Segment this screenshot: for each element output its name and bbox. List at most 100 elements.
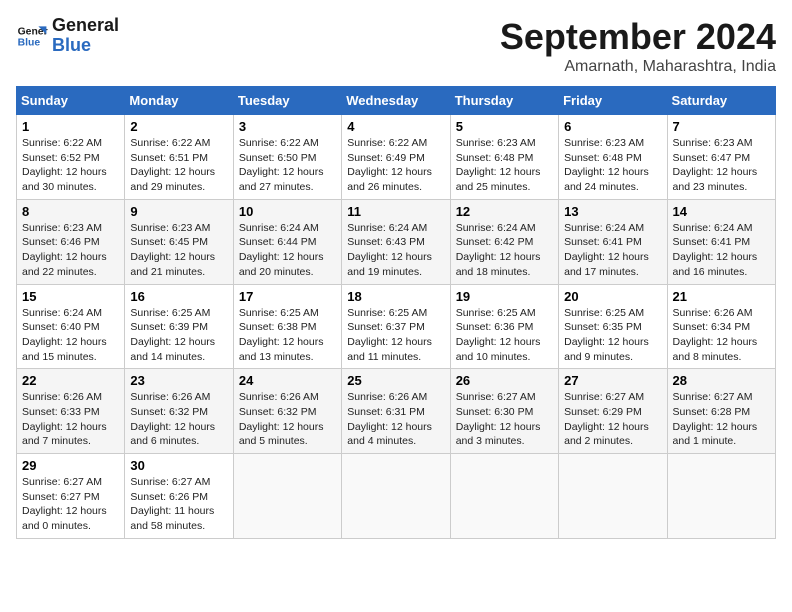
calendar-header-cell: Monday bbox=[125, 87, 233, 115]
day-number: 23 bbox=[130, 373, 227, 388]
calendar-day-cell: 3 Sunrise: 6:22 AM Sunset: 6:50 PM Daylig… bbox=[233, 115, 341, 200]
calendar-week-row: 15Sunrise: 6:24 AM Sunset: 6:40 PM Dayli… bbox=[17, 284, 776, 369]
calendar-day-cell: 9 Sunrise: 6:23 AM Sunset: 6:45 PM Daylig… bbox=[125, 199, 233, 284]
day-number: 30 bbox=[130, 458, 227, 473]
calendar-day-cell: 24 Sunrise: 6:26 AM Sunset: 6:32 PM Dayli… bbox=[233, 369, 341, 454]
day-number: 21 bbox=[673, 289, 770, 304]
day-number: 25 bbox=[347, 373, 444, 388]
calendar-day-cell: 16 Sunrise: 6:25 AM Sunset: 6:39 PM Dayli… bbox=[125, 284, 233, 369]
calendar-day-cell: 5 Sunrise: 6:23 AM Sunset: 6:48 PM Daylig… bbox=[450, 115, 558, 200]
calendar-day-cell: 29Sunrise: 6:27 AM Sunset: 6:27 PM Dayli… bbox=[17, 454, 125, 539]
calendar-day-cell bbox=[342, 454, 450, 539]
calendar-day-cell bbox=[450, 454, 558, 539]
calendar-header-cell: Sunday bbox=[17, 87, 125, 115]
day-number: 8 bbox=[22, 204, 119, 219]
day-detail: Sunrise: 6:25 AM Sunset: 6:39 PM Dayligh… bbox=[130, 306, 227, 365]
day-number: 29 bbox=[22, 458, 119, 473]
day-number: 28 bbox=[673, 373, 770, 388]
calendar-header-cell: Saturday bbox=[667, 87, 775, 115]
calendar-day-cell: 2 Sunrise: 6:22 AM Sunset: 6:51 PM Daylig… bbox=[125, 115, 233, 200]
day-detail: Sunrise: 6:26 AM Sunset: 6:31 PM Dayligh… bbox=[347, 390, 444, 449]
header: General Blue General Blue September 2024… bbox=[16, 16, 776, 76]
calendar-day-cell: 25 Sunrise: 6:26 AM Sunset: 6:31 PM Dayli… bbox=[342, 369, 450, 454]
day-number: 6 bbox=[564, 119, 661, 134]
day-detail: Sunrise: 6:26 AM Sunset: 6:34 PM Dayligh… bbox=[673, 306, 770, 365]
calendar-day-cell: 19Sunrise: 6:25 AM Sunset: 6:36 PM Dayli… bbox=[450, 284, 558, 369]
calendar-day-cell: 8Sunrise: 6:23 AM Sunset: 6:46 PM Daylig… bbox=[17, 199, 125, 284]
calendar-header-cell: Tuesday bbox=[233, 87, 341, 115]
calendar-week-row: 29Sunrise: 6:27 AM Sunset: 6:27 PM Dayli… bbox=[17, 454, 776, 539]
calendar-day-cell: 15Sunrise: 6:24 AM Sunset: 6:40 PM Dayli… bbox=[17, 284, 125, 369]
calendar-table: SundayMondayTuesdayWednesdayThursdayFrid… bbox=[16, 86, 776, 539]
calendar-day-cell: 18 Sunrise: 6:25 AM Sunset: 6:37 PM Dayli… bbox=[342, 284, 450, 369]
day-detail: Sunrise: 6:27 AM Sunset: 6:26 PM Dayligh… bbox=[130, 475, 227, 534]
calendar-day-cell: 7 Sunrise: 6:23 AM Sunset: 6:47 PM Daylig… bbox=[667, 115, 775, 200]
title-area: September 2024 Amarnath, Maharashtra, In… bbox=[500, 16, 776, 76]
calendar-day-cell: 23Sunrise: 6:26 AM Sunset: 6:32 PM Dayli… bbox=[125, 369, 233, 454]
day-detail: Sunrise: 6:27 AM Sunset: 6:28 PM Dayligh… bbox=[673, 390, 770, 449]
calendar-day-cell: 1Sunrise: 6:22 AM Sunset: 6:52 PM Daylig… bbox=[17, 115, 125, 200]
day-detail: Sunrise: 6:24 AM Sunset: 6:41 PM Dayligh… bbox=[564, 221, 661, 280]
day-number: 20 bbox=[564, 289, 661, 304]
day-number: 9 bbox=[130, 204, 227, 219]
calendar-day-cell bbox=[559, 454, 667, 539]
day-detail: Sunrise: 6:24 AM Sunset: 6:44 PM Dayligh… bbox=[239, 221, 336, 280]
day-number: 3 bbox=[239, 119, 336, 134]
day-number: 19 bbox=[456, 289, 553, 304]
calendar-week-row: 22 Sunrise: 6:26 AM Sunset: 6:33 PM Dayli… bbox=[17, 369, 776, 454]
logo: General Blue General Blue bbox=[16, 16, 119, 56]
day-detail: Sunrise: 6:22 AM Sunset: 6:50 PM Dayligh… bbox=[239, 136, 336, 195]
day-number: 18 bbox=[347, 289, 444, 304]
day-detail: Sunrise: 6:25 AM Sunset: 6:35 PM Dayligh… bbox=[564, 306, 661, 365]
calendar-day-cell: 11 Sunrise: 6:24 AM Sunset: 6:43 PM Dayli… bbox=[342, 199, 450, 284]
day-detail: Sunrise: 6:24 AM Sunset: 6:43 PM Dayligh… bbox=[347, 221, 444, 280]
svg-text:Blue: Blue bbox=[18, 37, 41, 48]
day-detail: Sunrise: 6:23 AM Sunset: 6:48 PM Dayligh… bbox=[456, 136, 553, 195]
day-detail: Sunrise: 6:26 AM Sunset: 6:33 PM Dayligh… bbox=[22, 390, 119, 449]
day-number: 24 bbox=[239, 373, 336, 388]
day-number: 7 bbox=[673, 119, 770, 134]
day-detail: Sunrise: 6:24 AM Sunset: 6:42 PM Dayligh… bbox=[456, 221, 553, 280]
day-number: 17 bbox=[239, 289, 336, 304]
logo-line2: Blue bbox=[52, 36, 119, 56]
calendar-week-row: 8Sunrise: 6:23 AM Sunset: 6:46 PM Daylig… bbox=[17, 199, 776, 284]
calendar-day-cell: 20 Sunrise: 6:25 AM Sunset: 6:35 PM Dayli… bbox=[559, 284, 667, 369]
day-detail: Sunrise: 6:27 AM Sunset: 6:29 PM Dayligh… bbox=[564, 390, 661, 449]
calendar-day-cell bbox=[667, 454, 775, 539]
day-detail: Sunrise: 6:25 AM Sunset: 6:37 PM Dayligh… bbox=[347, 306, 444, 365]
calendar-body: 1Sunrise: 6:22 AM Sunset: 6:52 PM Daylig… bbox=[17, 115, 776, 539]
day-number: 12 bbox=[456, 204, 553, 219]
logo-icon: General Blue bbox=[16, 20, 48, 52]
calendar-day-cell: 30 Sunrise: 6:27 AM Sunset: 6:26 PM Dayli… bbox=[125, 454, 233, 539]
day-detail: Sunrise: 6:24 AM Sunset: 6:41 PM Dayligh… bbox=[673, 221, 770, 280]
calendar-header-cell: Friday bbox=[559, 87, 667, 115]
day-number: 22 bbox=[22, 373, 119, 388]
day-detail: Sunrise: 6:23 AM Sunset: 6:45 PM Dayligh… bbox=[130, 221, 227, 280]
calendar-day-cell: 22 Sunrise: 6:26 AM Sunset: 6:33 PM Dayli… bbox=[17, 369, 125, 454]
day-number: 14 bbox=[673, 204, 770, 219]
day-detail: Sunrise: 6:25 AM Sunset: 6:38 PM Dayligh… bbox=[239, 306, 336, 365]
calendar-day-cell: 26Sunrise: 6:27 AM Sunset: 6:30 PM Dayli… bbox=[450, 369, 558, 454]
logo-line1: General bbox=[52, 16, 119, 36]
location-title: Amarnath, Maharashtra, India bbox=[500, 58, 776, 76]
calendar-day-cell: 10Sunrise: 6:24 AM Sunset: 6:44 PM Dayli… bbox=[233, 199, 341, 284]
day-detail: Sunrise: 6:27 AM Sunset: 6:30 PM Dayligh… bbox=[456, 390, 553, 449]
day-number: 5 bbox=[456, 119, 553, 134]
calendar-day-cell: 4Sunrise: 6:22 AM Sunset: 6:49 PM Daylig… bbox=[342, 115, 450, 200]
calendar-day-cell: 6Sunrise: 6:23 AM Sunset: 6:48 PM Daylig… bbox=[559, 115, 667, 200]
day-detail: Sunrise: 6:22 AM Sunset: 6:52 PM Dayligh… bbox=[22, 136, 119, 195]
calendar-header-cell: Thursday bbox=[450, 87, 558, 115]
day-number: 2 bbox=[130, 119, 227, 134]
day-detail: Sunrise: 6:26 AM Sunset: 6:32 PM Dayligh… bbox=[239, 390, 336, 449]
calendar-day-cell: 21 Sunrise: 6:26 AM Sunset: 6:34 PM Dayli… bbox=[667, 284, 775, 369]
calendar-day-cell: 28 Sunrise: 6:27 AM Sunset: 6:28 PM Dayli… bbox=[667, 369, 775, 454]
day-number: 13 bbox=[564, 204, 661, 219]
day-number: 11 bbox=[347, 204, 444, 219]
calendar-day-cell: 27Sunrise: 6:27 AM Sunset: 6:29 PM Dayli… bbox=[559, 369, 667, 454]
day-detail: Sunrise: 6:24 AM Sunset: 6:40 PM Dayligh… bbox=[22, 306, 119, 365]
calendar-day-cell: 13 Sunrise: 6:24 AM Sunset: 6:41 PM Dayli… bbox=[559, 199, 667, 284]
day-number: 16 bbox=[130, 289, 227, 304]
day-detail: Sunrise: 6:23 AM Sunset: 6:47 PM Dayligh… bbox=[673, 136, 770, 195]
day-detail: Sunrise: 6:22 AM Sunset: 6:51 PM Dayligh… bbox=[130, 136, 227, 195]
calendar-header-row: SundayMondayTuesdayWednesdayThursdayFrid… bbox=[17, 87, 776, 115]
